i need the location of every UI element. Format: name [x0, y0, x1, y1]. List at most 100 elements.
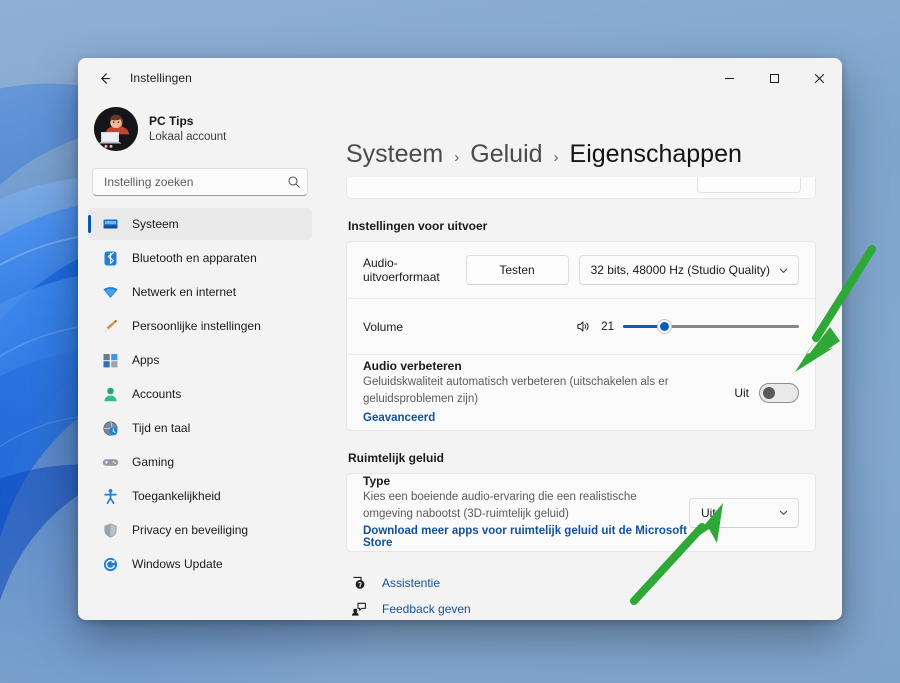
sidebar-item-windows-update[interactable]: Windows Update — [88, 548, 312, 580]
window-titlebar: Instellingen — [78, 58, 842, 98]
output-settings-card: Audio-uitvoerformaat Testen 32 bits, 480… — [346, 241, 816, 431]
footer-links: Assistentie Feedback geven — [346, 570, 816, 620]
audio-enhance-description: Geluidskwaliteit automatisch verbeteren … — [363, 374, 734, 407]
wifi-icon — [102, 284, 119, 301]
breadcrumb-systeem[interactable]: Systeem — [346, 140, 443, 169]
spatial-store-link[interactable]: Download meer apps voor ruimtelijk gelui… — [363, 525, 689, 549]
maximize-button[interactable] — [752, 58, 797, 98]
system-icon — [102, 216, 119, 233]
breadcrumb-geluid[interactable]: Geluid — [470, 140, 542, 169]
sidebar-item-label: Apps — [132, 353, 159, 367]
search-input[interactable] — [104, 169, 287, 195]
sidebar-item-toegankelijkheid[interactable]: Toegankelijkheid — [88, 480, 312, 512]
sidebar-item-tijd-en-taal[interactable]: Tijd en taal — [88, 412, 312, 444]
chevron-down-icon — [778, 507, 789, 518]
close-icon — [814, 73, 825, 84]
maximize-icon — [769, 73, 780, 84]
clipped-card-ghost-control — [697, 177, 801, 193]
sidebar-item-gaming[interactable]: Gaming — [88, 446, 312, 478]
slider-thumb[interactable] — [657, 319, 672, 334]
bluetooth-icon — [102, 250, 119, 267]
apps-icon — [102, 352, 119, 369]
close-button[interactable] — [797, 58, 842, 98]
user-avatar — [94, 107, 138, 151]
output-format-title: Audio-uitvoerformaat — [363, 256, 466, 284]
window-caption-buttons — [707, 58, 842, 98]
desktop: Instellingen — [0, 0, 900, 683]
test-button[interactable]: Testen — [466, 255, 569, 285]
audio-enhance-title: Audio verbeteren — [363, 359, 734, 373]
account-name: PC Tips — [149, 114, 226, 129]
audio-enhance-state-label: Uit — [734, 386, 749, 400]
sidebar-item-persoonlijke-instellingen[interactable]: Persoonlijke instellingen — [88, 310, 312, 342]
paintbrush-icon — [102, 318, 119, 335]
volume-row: Volume 21 — [347, 298, 815, 354]
feedback-icon — [350, 601, 367, 617]
back-button[interactable] — [88, 63, 120, 93]
output-format-controls: Testen 32 bits, 48000 Hz (Studio Quality… — [466, 255, 799, 285]
output-format-row: Audio-uitvoerformaat Testen 32 bits, 480… — [347, 242, 815, 298]
sidebar-item-label: Persoonlijke instellingen — [132, 319, 261, 333]
spatial-type-value: Uit — [701, 506, 716, 520]
spatial-type-title: Type — [363, 474, 689, 488]
feedback-link-label: Feedback geven — [382, 602, 471, 616]
slider-fill — [623, 325, 660, 328]
settings-window: Instellingen — [78, 58, 842, 620]
audio-format-value: 32 bits, 48000 Hz (Studio Quality) — [591, 263, 770, 277]
sidebar-item-label: Systeem — [132, 217, 179, 231]
shield-icon — [102, 522, 119, 539]
audio-format-dropdown[interactable]: 32 bits, 48000 Hz (Studio Quality) — [579, 255, 799, 285]
output-format-left: Audio-uitvoerformaat — [363, 256, 466, 284]
search-box[interactable] — [92, 168, 308, 196]
spatial-type-dropdown[interactable]: Uit — [689, 498, 799, 528]
help-link-label: Assistentie — [382, 576, 440, 590]
volume-controls: 21 — [576, 318, 799, 336]
volume-slider[interactable] — [623, 318, 799, 336]
breadcrumb: Systeem › Geluid › Eigenschappen — [346, 98, 816, 177]
sidebar-item-label: Windows Update — [132, 557, 223, 571]
search-icon — [287, 175, 301, 189]
sidebar-item-netwerk-en-internet[interactable]: Netwerk en internet — [88, 276, 312, 308]
breadcrumb-separator: › — [554, 149, 559, 166]
sidebar-item-accounts[interactable]: Accounts — [88, 378, 312, 410]
breadcrumb-eigenschappen: Eigenschappen — [570, 140, 742, 169]
sidebar-item-systeem[interactable]: Systeem — [88, 208, 312, 240]
sidebar-item-label: Tijd en taal — [132, 421, 190, 435]
accessibility-icon — [102, 488, 119, 505]
sidebar-item-label: Bluetooth en apparaten — [132, 251, 257, 265]
volume-title: Volume — [363, 320, 576, 334]
sidebar-item-label: Accounts — [132, 387, 181, 401]
sidebar-item-bluetooth-en-apparaten[interactable]: Bluetooth en apparaten — [88, 242, 312, 274]
sidebar-nav-list: Systeem Bluetooth en apparaten — [88, 208, 312, 582]
accounts-icon — [102, 386, 119, 403]
spatial-type-description: Kies een boeiende audio-ervaring die een… — [363, 489, 689, 522]
help-link[interactable]: Assistentie — [350, 570, 816, 596]
spatial-sound-label: Ruimtelijk geluid — [348, 451, 816, 465]
account-block[interactable]: PC Tips Lokaal account — [88, 98, 312, 156]
audio-enhance-left: Audio verbeteren Geluidskwaliteit automa… — [363, 359, 734, 425]
spatial-type-controls: Uit — [689, 498, 799, 528]
speaker-icon[interactable] — [576, 319, 591, 334]
update-icon — [102, 556, 119, 573]
spatial-type-left: Type Kies een boeiende audio-ervaring di… — [363, 474, 689, 551]
settings-scroll-area[interactable]: Instellingen voor uitvoer Audio-uitvoerf… — [346, 177, 816, 620]
advanced-link[interactable]: Geavanceerd — [363, 412, 435, 424]
clipped-card-ghost-text — [364, 177, 367, 183]
sidebar-item-apps[interactable]: Apps — [88, 344, 312, 376]
sidebar-item-label: Gaming — [132, 455, 174, 469]
audio-enhance-toggle[interactable] — [759, 383, 799, 403]
clipped-card-above — [346, 177, 816, 199]
sidebar: PC Tips Lokaal account — [78, 98, 322, 620]
toggle-knob — [763, 387, 775, 399]
gamepad-icon — [102, 454, 119, 471]
audio-enhance-row: Audio verbeteren Geluidskwaliteit automa… — [347, 354, 815, 430]
sidebar-item-privacy-en-beveiliging[interactable]: Privacy en beveiliging — [88, 514, 312, 546]
audio-enhance-controls: Uit — [734, 383, 799, 403]
account-type: Lokaal account — [149, 130, 226, 144]
feedback-link[interactable]: Feedback geven — [350, 596, 816, 620]
output-settings-label: Instellingen voor uitvoer — [348, 219, 816, 233]
minimize-icon — [724, 73, 735, 84]
sidebar-item-label: Toegankelijkheid — [132, 489, 221, 503]
back-arrow-icon — [97, 71, 112, 86]
minimize-button[interactable] — [707, 58, 752, 98]
